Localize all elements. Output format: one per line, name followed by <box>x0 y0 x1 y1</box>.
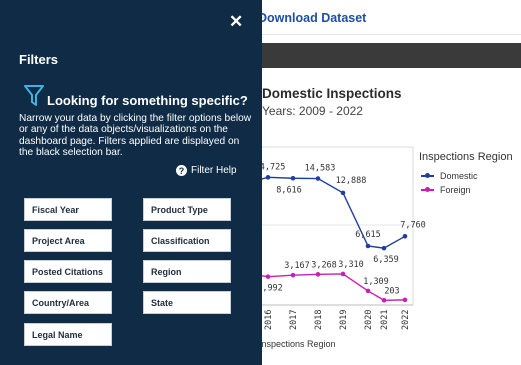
panel-title: Filters <box>19 52 59 67</box>
filter-help-link[interactable]: ? Filter Help <box>176 165 237 176</box>
x-axis-title: Inspections Region <box>259 339 336 349</box>
data-label-domestic: 14,583 <box>305 164 336 174</box>
data-point-foreign <box>290 272 296 278</box>
data-label-domestic: 6,359 <box>373 255 399 265</box>
data-point-foreign <box>402 297 408 303</box>
legend-swatch-domestic <box>421 173 434 178</box>
x-tick-label: 2022 <box>401 310 411 330</box>
data-point-foreign <box>265 274 271 279</box>
x-tick-label: 2020 <box>364 310 374 330</box>
x-tick-label: 2018 <box>314 310 324 330</box>
data-label-foreign: 3,310 <box>338 260 364 270</box>
filter-legal-name-button[interactable]: Legal Name <box>24 323 112 346</box>
data-label-domestic: 12,888 <box>336 176 367 186</box>
data-label-domestic: 8,616 <box>276 185 302 195</box>
filter-fiscal-year-button[interactable]: Fiscal Year <box>24 198 112 221</box>
filter-project-area-button[interactable]: Project Area <box>24 229 112 252</box>
legend-swatch-foreign <box>421 187 434 192</box>
data-point-foreign <box>365 288 371 294</box>
legend-title: Inspections Region <box>419 151 513 163</box>
data-point-foreign <box>315 272 321 277</box>
data-point-domestic <box>365 243 371 249</box>
x-tick-label: 2017 <box>289 310 299 330</box>
filter-state-button[interactable]: State <box>143 291 231 314</box>
legend-label-foreign: Foreign <box>440 185 471 195</box>
data-label-domestic: 6,615 <box>355 230 381 240</box>
series-line-domestic <box>249 176 406 249</box>
data-point-foreign <box>340 271 346 277</box>
legend-label-domestic: Domestic <box>440 171 478 181</box>
x-tick-label: 2021 <box>380 310 390 330</box>
data-point-domestic <box>265 175 271 180</box>
filters-description: Narrow your data by clicking the filter … <box>19 113 252 158</box>
filter-help-label: Filter Help <box>191 165 237 176</box>
data-point-domestic <box>290 175 296 181</box>
filter-country-area-button[interactable]: Country/Area <box>24 291 112 314</box>
help-circle-icon: ? <box>176 165 187 176</box>
filter-posted-citations-button[interactable]: Posted Citations <box>24 260 112 283</box>
close-icon[interactable]: ✕ <box>229 13 243 30</box>
filters-panel: ✕ Filters Looking for something specific… <box>0 0 262 365</box>
filter-region-button[interactable]: Region <box>143 260 231 283</box>
x-tick-label: 2019 <box>339 310 349 330</box>
looking-for-heading: Looking for something specific? <box>47 93 248 108</box>
x-tick-label: 2016 <box>264 310 274 330</box>
legend-item-foreign[interactable]: Foreign <box>421 185 471 195</box>
filter-classification-button[interactable]: Classification <box>143 229 231 252</box>
data-label-foreign: 3,268 <box>311 260 337 270</box>
legend-item-domestic[interactable]: Domestic <box>421 171 478 181</box>
data-point-domestic <box>402 233 408 239</box>
funnel-icon <box>24 85 44 106</box>
data-point-foreign <box>381 297 387 303</box>
data-point-domestic <box>381 245 387 251</box>
data-label-domestic: 7,760 <box>400 220 426 230</box>
data-point-domestic <box>340 190 346 196</box>
data-label-foreign: 3,167 <box>284 261 310 271</box>
data-point-domestic <box>315 176 321 181</box>
filter-product-type-button[interactable]: Product Type <box>143 198 231 221</box>
data-label-foreign: 203 <box>384 286 399 296</box>
